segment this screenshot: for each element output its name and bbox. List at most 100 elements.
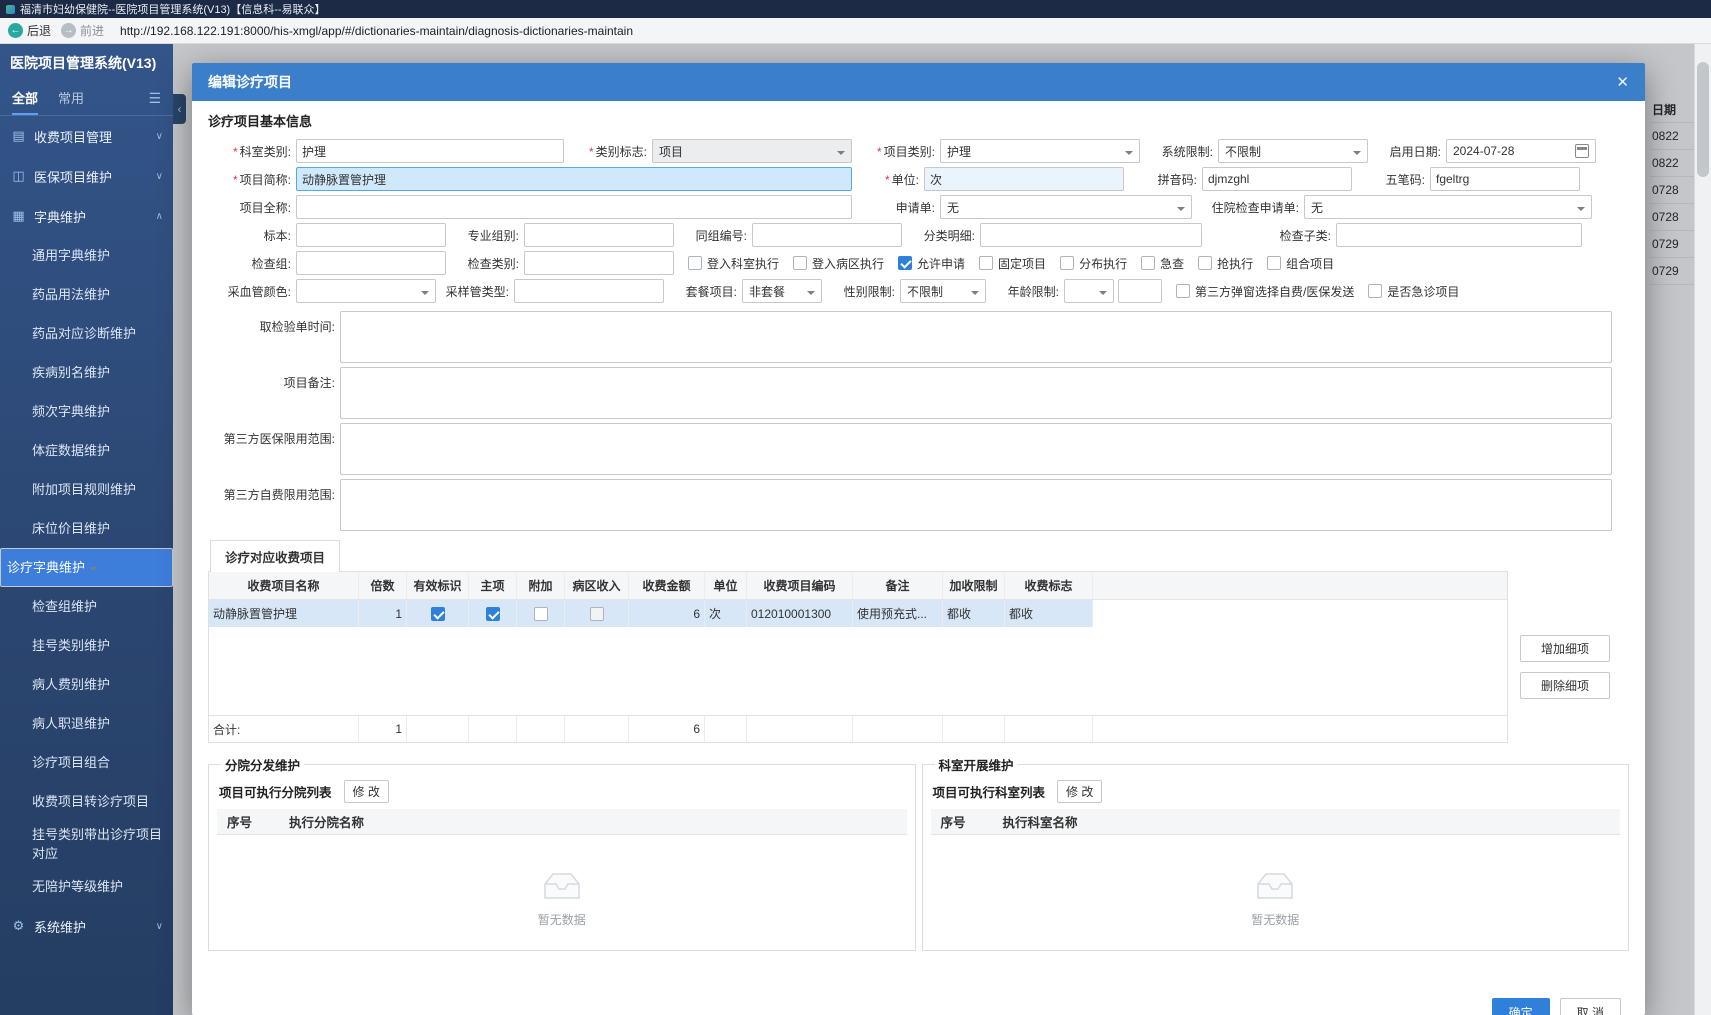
col-header: 附加 — [517, 572, 565, 599]
sidebar-item[interactable]: 药品对应诊断维护 — [0, 314, 173, 353]
tube-type-input[interactable] — [514, 279, 664, 303]
dept-category-input[interactable] — [296, 139, 564, 163]
sidebar-item[interactable]: 检查组维护 — [0, 587, 173, 626]
cell-flag: 都收 — [1005, 600, 1093, 627]
sidebar-item[interactable]: 挂号类别维护 — [0, 626, 173, 665]
forward-button[interactable]: → 前进 — [61, 22, 104, 39]
pinyin-code-label: 拼音码: — [1157, 172, 1197, 187]
tube-color-select[interactable] — [296, 279, 436, 303]
sidebar-group-system-maintain[interactable]: ⚙ 系统维护 ∨ — [0, 906, 173, 946]
sidebar-item[interactable]: 收费项目转诊疗项目 — [0, 782, 173, 821]
sidebar-item[interactable]: 频次字典维护 — [0, 392, 173, 431]
item-full-name-input[interactable] — [296, 195, 852, 219]
ward-exec-checkbox[interactable]: 登入病区执行 — [793, 255, 884, 272]
checkbox-label: 组合项目 — [1286, 256, 1335, 271]
combo-item-checkbox[interactable]: 组合项目 — [1267, 255, 1334, 272]
check-subclass-input[interactable] — [1336, 223, 1582, 247]
check-category-input[interactable] — [524, 251, 674, 275]
sidebar-item[interactable]: 病人费别维护 — [0, 665, 173, 704]
vertical-scrollbar[interactable] — [1694, 44, 1711, 1015]
scrollbar-thumb[interactable] — [1697, 62, 1709, 177]
dist-exec-checkbox[interactable]: 分布执行 — [1060, 255, 1127, 272]
close-icon[interactable]: ✕ — [1616, 73, 1629, 91]
gender-limit-select[interactable]: 不限制 — [900, 279, 986, 303]
age-limit-select[interactable] — [1064, 279, 1114, 303]
delete-detail-button[interactable]: 删除细项 — [1520, 672, 1610, 699]
address-bar[interactable]: http://192.168.122.191:8000/his-xmgl/app… — [120, 24, 1711, 38]
col-header: 收费项目编码 — [747, 572, 853, 599]
lab-time-textarea[interactable] — [340, 311, 1612, 363]
confirm-button[interactable]: 确定 — [1491, 998, 1550, 1015]
checkbox-box[interactable] — [979, 256, 994, 270]
check-group-input[interactable] — [296, 251, 446, 275]
sidebar-item[interactable]: 通用字典维护 — [0, 236, 173, 275]
inpatient-apply-form-select[interactable]: 无 — [1304, 195, 1592, 219]
hamburger-icon[interactable]: ☰ — [148, 90, 161, 107]
valid-checkbox[interactable] — [430, 606, 445, 621]
modify-branch-button[interactable]: 修 改 — [343, 780, 389, 803]
modify-dept-button[interactable]: 修 改 — [1057, 780, 1103, 803]
tab-charge-items[interactable]: 诊疗对应收费项目 — [210, 540, 341, 572]
system-limit-select[interactable]: 不限制 — [1218, 139, 1368, 163]
sidebar-group-dictionary-maintain[interactable]: ▦ 字典维护 ∧ — [0, 196, 173, 236]
cell-name: 动静脉置管护理 — [209, 600, 359, 627]
emergency-item-checkbox[interactable]: 是否急诊项目 — [1368, 283, 1459, 300]
checkbox-box[interactable] — [1176, 284, 1190, 298]
checkbox-box[interactable] — [898, 256, 913, 270]
allow-apply-checkbox[interactable]: 允许申请 — [898, 255, 965, 272]
checkbox-box[interactable] — [688, 256, 702, 270]
checkbox-box[interactable] — [1141, 256, 1156, 270]
sidebar-item[interactable]: 药品用法维护 — [0, 275, 173, 314]
tab-all[interactable]: 全部 — [12, 82, 39, 115]
checkbox-box[interactable] — [1060, 256, 1075, 270]
cancel-button[interactable]: 取 消 — [1559, 998, 1621, 1015]
checkbox-box[interactable] — [1198, 256, 1213, 270]
addon-checkbox[interactable] — [533, 606, 548, 621]
unit-input[interactable] — [924, 167, 1124, 191]
age-limit-input[interactable] — [1118, 279, 1162, 303]
group-no-input[interactable] — [752, 223, 902, 247]
apply-form-select[interactable]: 无 — [940, 195, 1192, 219]
sidebar-item[interactable]: 疾病别名维护 — [0, 353, 173, 392]
sidebar-item[interactable]: 病人职退维护 — [0, 704, 173, 743]
checkbox-box[interactable] — [793, 256, 808, 270]
professional-group-input[interactable] — [524, 223, 674, 247]
calendar-icon — [1575, 144, 1589, 158]
wubi-code-input[interactable] — [1430, 167, 1580, 191]
sidebar-item[interactable]: 挂号类别带出诊疗项目对应 — [0, 821, 173, 867]
sidebar-group-fee-management[interactable]: ▤ 收费项目管理 ∨ — [0, 116, 173, 156]
sidebar-item-current[interactable]: 诊疗字典维护 — [0, 548, 173, 587]
specimen-input[interactable] — [296, 223, 446, 247]
tab-common[interactable]: 常用 — [58, 82, 84, 115]
third-selfpay-scope-textarea[interactable] — [340, 479, 1612, 531]
sidebar-item[interactable]: 诊疗项目组合 — [0, 743, 173, 782]
enable-date-input[interactable]: 2024-07-28 — [1446, 139, 1596, 163]
pinyin-code-input[interactable] — [1202, 167, 1352, 191]
third-insurance-scope-textarea[interactable] — [340, 423, 1612, 475]
charge-table-row[interactable]: 动静脉置管护理 1 6 次 012010001300 使用预充式... 都收 都… — [209, 600, 1507, 627]
main-checkbox[interactable] — [485, 606, 500, 621]
back-button[interactable]: ← 后退 — [8, 22, 51, 39]
category-flag-select[interactable]: 项目 — [652, 139, 852, 163]
fixed-item-checkbox[interactable]: 固定项目 — [979, 255, 1046, 272]
remark-textarea[interactable] — [340, 367, 1612, 419]
sidebar-group-insurance-maintain[interactable]: ◫ 医保项目维护 ∨ — [0, 156, 173, 196]
package-item-select[interactable]: 非套餐 — [742, 279, 822, 303]
sidebar-item[interactable]: 无陪护等级维护 — [0, 867, 173, 906]
item-category-select[interactable]: 护理 — [940, 139, 1140, 163]
urgent-checkbox[interactable]: 急查 — [1141, 255, 1184, 272]
checkbox-box[interactable] — [1368, 284, 1383, 298]
rush-exec-checkbox[interactable]: 抢执行 — [1198, 255, 1253, 272]
empty-box-icon — [1257, 872, 1293, 899]
sidebar-item[interactable]: 体症数据维护 — [0, 431, 173, 470]
class-detail-input[interactable] — [980, 223, 1202, 247]
checkbox-box[interactable] — [1267, 256, 1282, 270]
third-popup-checkbox[interactable]: 第三方弹窗选择自费/医保发送 — [1176, 283, 1354, 300]
sidebar-item[interactable]: 床位价目维护 — [0, 509, 173, 548]
sidebar-item[interactable]: 附加项目规则维护 — [0, 470, 173, 509]
item-short-name-input[interactable] — [296, 167, 852, 191]
ward-income-checkbox[interactable] — [589, 606, 604, 621]
dept-exec-checkbox[interactable]: 登入科室执行 — [688, 255, 779, 272]
add-detail-button[interactable]: 增加细项 — [1520, 635, 1610, 662]
forward-icon: → — [61, 23, 77, 38]
